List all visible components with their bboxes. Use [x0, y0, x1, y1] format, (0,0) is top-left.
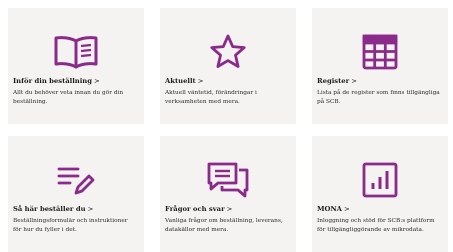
card-register[interactable]: Register > Lista på de register som finns…: [312, 8, 448, 124]
card-description: Aktuell väntetid, förändringar i verksam…: [165, 90, 257, 105]
card-description: Lista på de register som finns tillgängl…: [317, 90, 440, 105]
star-icon: [160, 32, 296, 72]
card-mona[interactable]: MONA > Inloggning och stöd för SCB:s plat…: [312, 136, 448, 252]
bar-chart-icon: [312, 160, 448, 200]
table-icon: [312, 32, 448, 72]
card-description: Inloggning och stöd för SCB:s plattform …: [317, 218, 435, 233]
card-title[interactable]: Så här beställer du >: [13, 205, 93, 213]
edit-list-icon: [8, 160, 144, 200]
card-title[interactable]: Frågor och svar >: [165, 205, 232, 213]
card-sa-har-bestaller-du[interactable]: Så här beställer du > Beställningsformulä…: [8, 136, 144, 252]
card-description: Vanliga frågor om beställning, leverans,…: [165, 218, 283, 233]
card-infor-din-bestallning[interactable]: Inför din beställning > Allt du behöver v…: [8, 8, 144, 124]
card-aktuellt[interactable]: Aktuellt > Aktuell väntetid, förändringar…: [160, 8, 296, 124]
card-title[interactable]: MONA >: [317, 205, 350, 213]
card-fragor-och-svar[interactable]: Frågor och svar > Vanliga frågor om bestä…: [160, 136, 296, 252]
card-title[interactable]: Inför din beställning >: [13, 77, 100, 85]
card-description: Beställningsformulär och instruktioner f…: [13, 218, 128, 233]
chat-bubbles-icon: [160, 160, 296, 200]
card-title[interactable]: Aktuellt >: [165, 77, 203, 85]
card-description: Allt du behöver veta innan du gör din be…: [13, 90, 124, 105]
card-title[interactable]: Register >: [317, 77, 357, 85]
open-book-icon: [8, 32, 144, 72]
